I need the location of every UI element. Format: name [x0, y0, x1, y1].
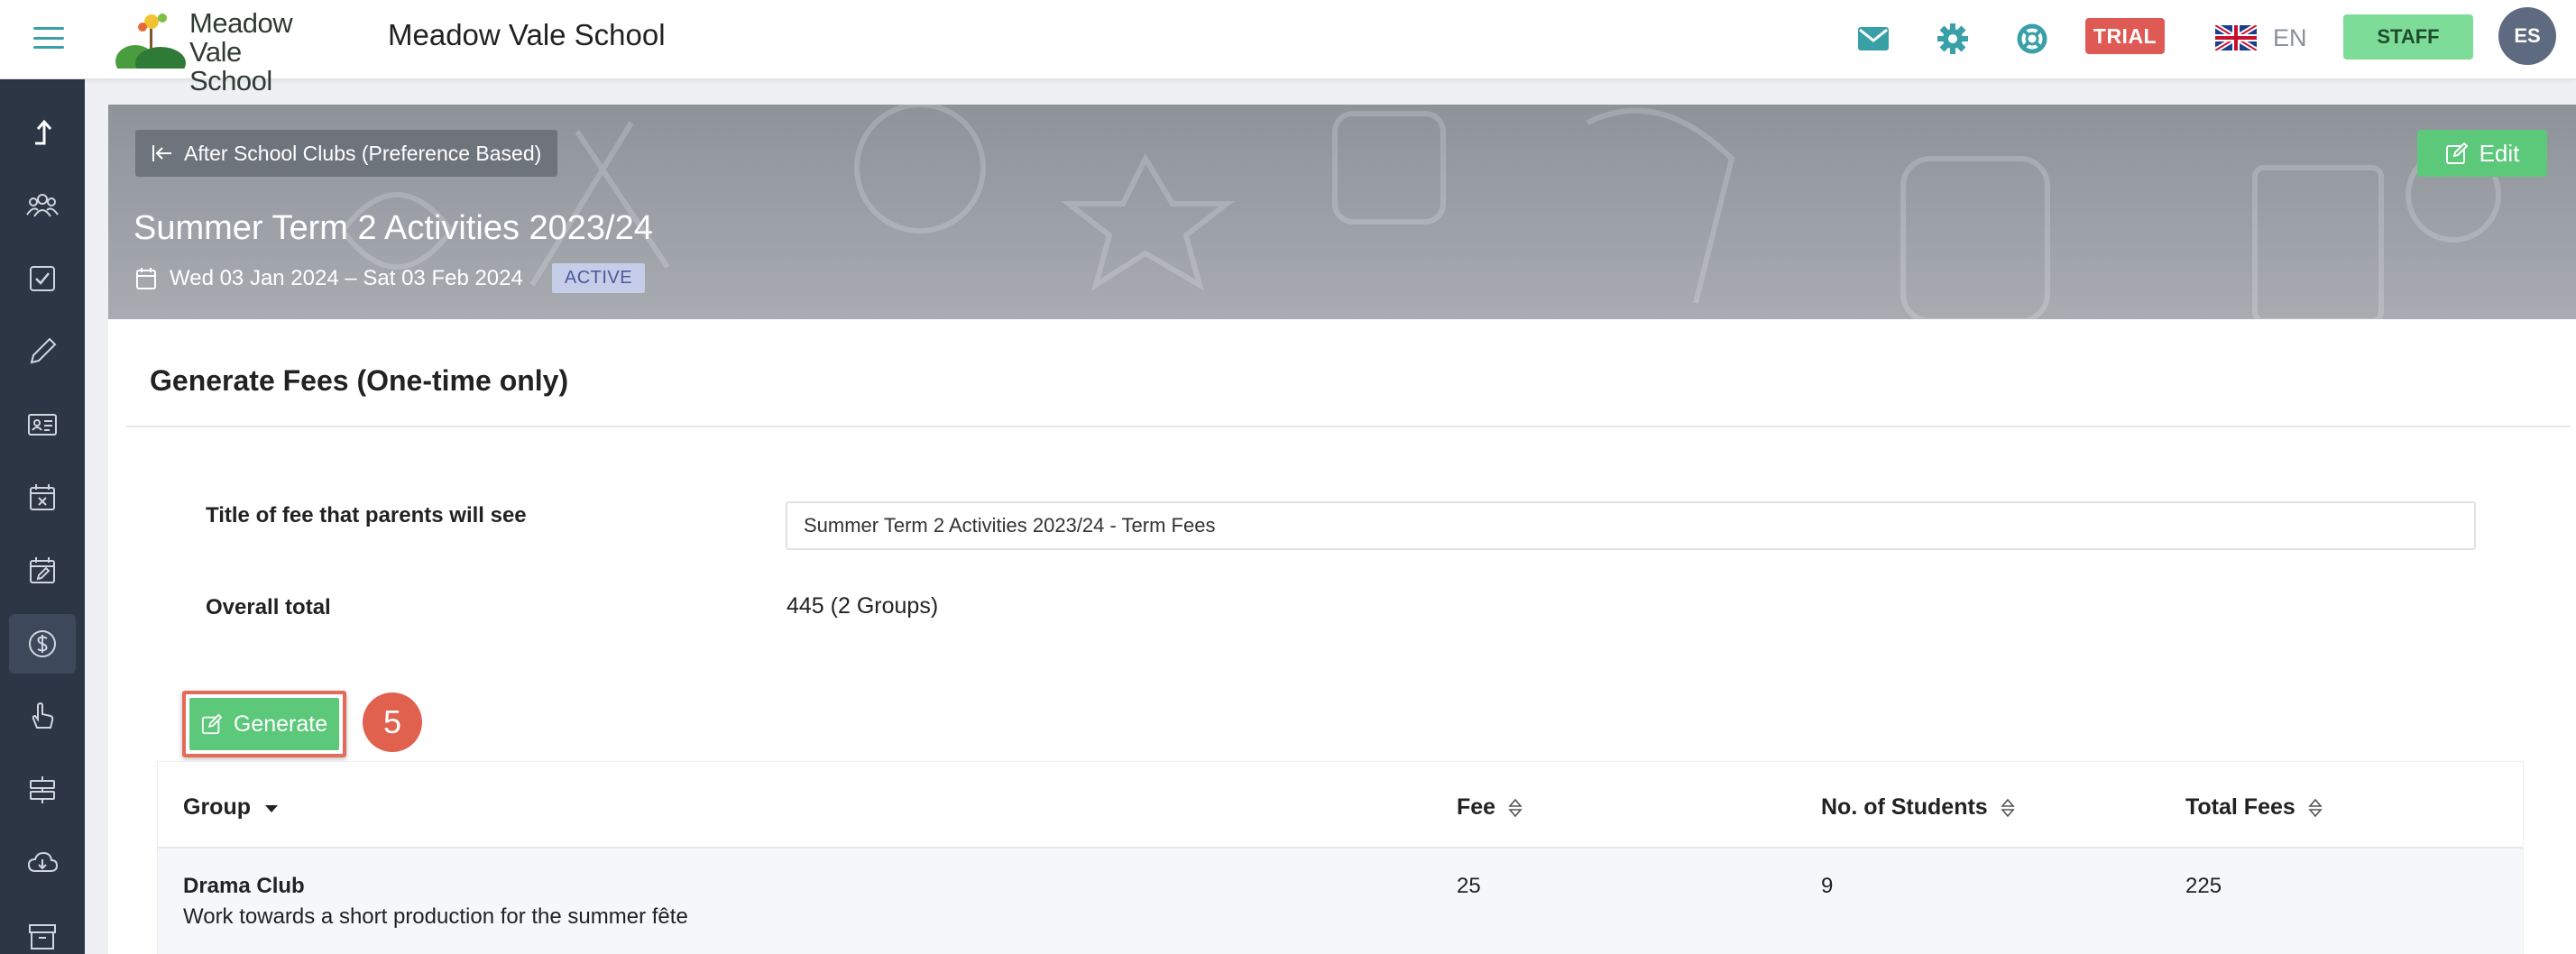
upload-arrow-icon[interactable]: [9, 103, 76, 162]
overall-total-label: Overall total: [206, 595, 331, 619]
avatar[interactable]: ES: [2498, 7, 2556, 65]
date-range-text: Wed 03 Jan 2024 – Sat 03 Feb 2024: [170, 265, 523, 290]
hand-pointer-icon[interactable]: [9, 687, 76, 747]
pencil-icon[interactable]: [9, 322, 76, 381]
signpost-icon[interactable]: [9, 760, 76, 820]
school-logo[interactable]: Meadow Vale School: [115, 9, 323, 96]
students-value: 9: [1821, 874, 1834, 898]
column-label: Group: [183, 794, 251, 820]
column-header-fee[interactable]: Fee: [1457, 794, 1523, 821]
generate-button-label: Generate: [233, 711, 328, 737]
meadow-logo-icon: [115, 14, 186, 79]
table-header: Group Fee No. of Students Total Fees: [158, 762, 2523, 849]
edit-icon: [2445, 142, 2469, 164]
group-description: Work towards a short production for the …: [183, 904, 688, 929]
page-title: Summer Term 2 Activities 2023/24: [133, 209, 653, 247]
back-to-clubs-button[interactable]: After School Clubs (Preference Based): [135, 130, 558, 177]
sort-icon: [1508, 798, 1523, 817]
generate-button[interactable]: Generate: [189, 698, 339, 750]
sort-icon: [2000, 798, 2015, 817]
sidebar: [0, 79, 85, 954]
status-badge: ACTIVE: [551, 263, 646, 293]
language-selector[interactable]: EN: [2215, 20, 2307, 56]
fee-value: 25: [1457, 874, 1481, 898]
generate-fees-card: Generate Fees (One-time only) Title of f…: [108, 319, 2576, 954]
school-name: Meadow Vale School: [388, 18, 666, 51]
back-arrow-icon: [152, 145, 171, 161]
id-card-icon[interactable]: [9, 395, 76, 454]
fee-title-input[interactable]: [786, 501, 2476, 550]
uk-flag-icon: [2215, 25, 2257, 50]
edit-button[interactable]: Edit: [2417, 130, 2547, 177]
checkbox-icon[interactable]: [9, 249, 76, 308]
edit-button-label: Edit: [2479, 139, 2520, 167]
table-row[interactable]: Drama Club Work towards a short producti…: [158, 849, 2523, 954]
sort-desc-icon: [265, 804, 278, 812]
total-fees-value: 225: [2185, 874, 2222, 898]
fee-title-label: Title of fee that parents will see: [206, 503, 527, 527]
language-code: EN: [2273, 23, 2307, 51]
column-label: Fee: [1457, 794, 1496, 820]
group-name: Drama Club: [183, 874, 305, 898]
menu-icon[interactable]: [31, 22, 67, 54]
card-divider: [126, 426, 2571, 427]
archive-icon[interactable]: [9, 906, 76, 954]
page-banner: After School Clubs (Preference Based) Ed…: [108, 105, 2576, 319]
date-range: Wed 03 Jan 2024 – Sat 03 Feb 2024 ACTIVE: [135, 263, 646, 293]
top-bar: Meadow Vale School Meadow Vale School TR…: [0, 0, 2576, 96]
sort-icon: [2308, 798, 2323, 817]
trial-badge[interactable]: TRIAL: [2085, 18, 2165, 54]
cloud-download-icon[interactable]: [9, 833, 76, 893]
fees-table: Group Fee No. of Students Total Fees Dra…: [157, 761, 2524, 954]
gear-icon[interactable]: [1932, 18, 1973, 60]
logo-text: Meadow Vale School: [189, 7, 293, 96]
lifebuoy-icon[interactable]: [2011, 18, 2053, 60]
envelope-icon[interactable]: [1853, 18, 1894, 60]
staff-button[interactable]: STAFF: [2343, 14, 2473, 60]
column-header-students[interactable]: No. of Students: [1821, 794, 2015, 821]
column-header-total-fees[interactable]: Total Fees: [2185, 794, 2323, 821]
calendar-edit-icon[interactable]: [9, 541, 76, 601]
calendar-icon: [136, 267, 156, 289]
column-header-group[interactable]: Group: [183, 794, 280, 821]
calendar-x-icon[interactable]: [9, 468, 76, 527]
edit-icon: [201, 713, 223, 735]
column-label: No. of Students: [1821, 794, 1988, 820]
column-label: Total Fees: [2185, 794, 2295, 820]
dollar-icon[interactable]: [9, 614, 76, 674]
overall-total-value: 445 (2 Groups): [787, 593, 939, 619]
people-icon[interactable]: [9, 176, 76, 235]
card-title: Generate Fees (One-time only): [150, 364, 569, 397]
back-button-label: After School Clubs (Preference Based): [184, 141, 542, 165]
step-number-badge: 5: [363, 693, 422, 752]
